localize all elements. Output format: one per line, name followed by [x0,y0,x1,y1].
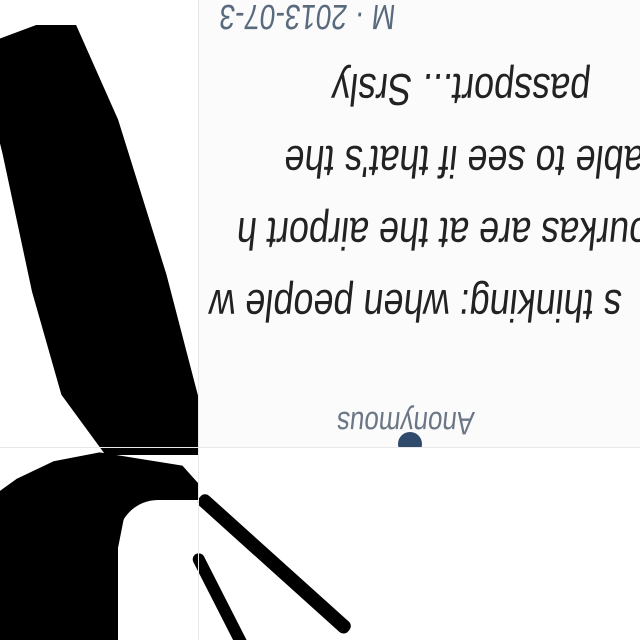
comment-meta: M · 2013-07-3 [217,0,398,36]
tile-seam-horizontal [0,447,640,448]
comment-line-3: ourkas are at the airport h [233,208,640,260]
blank-panel [198,448,640,640]
image-canvas: Anonymous s thinking: when people w ourk… [0,0,640,640]
comment-text-flipped: Anonymous s thinking: when people w ourk… [198,0,640,448]
tile-seam-vertical [198,0,199,640]
brush-stroke-large [0,25,200,455]
comment-line-4: s thinking: when people w [206,280,624,332]
comment-line-1: passport... Srsly [329,64,593,116]
comment-line-2: rity able to see if that's the [281,136,640,188]
comment-screenshot-panel: Anonymous s thinking: when people w ourk… [198,0,640,448]
